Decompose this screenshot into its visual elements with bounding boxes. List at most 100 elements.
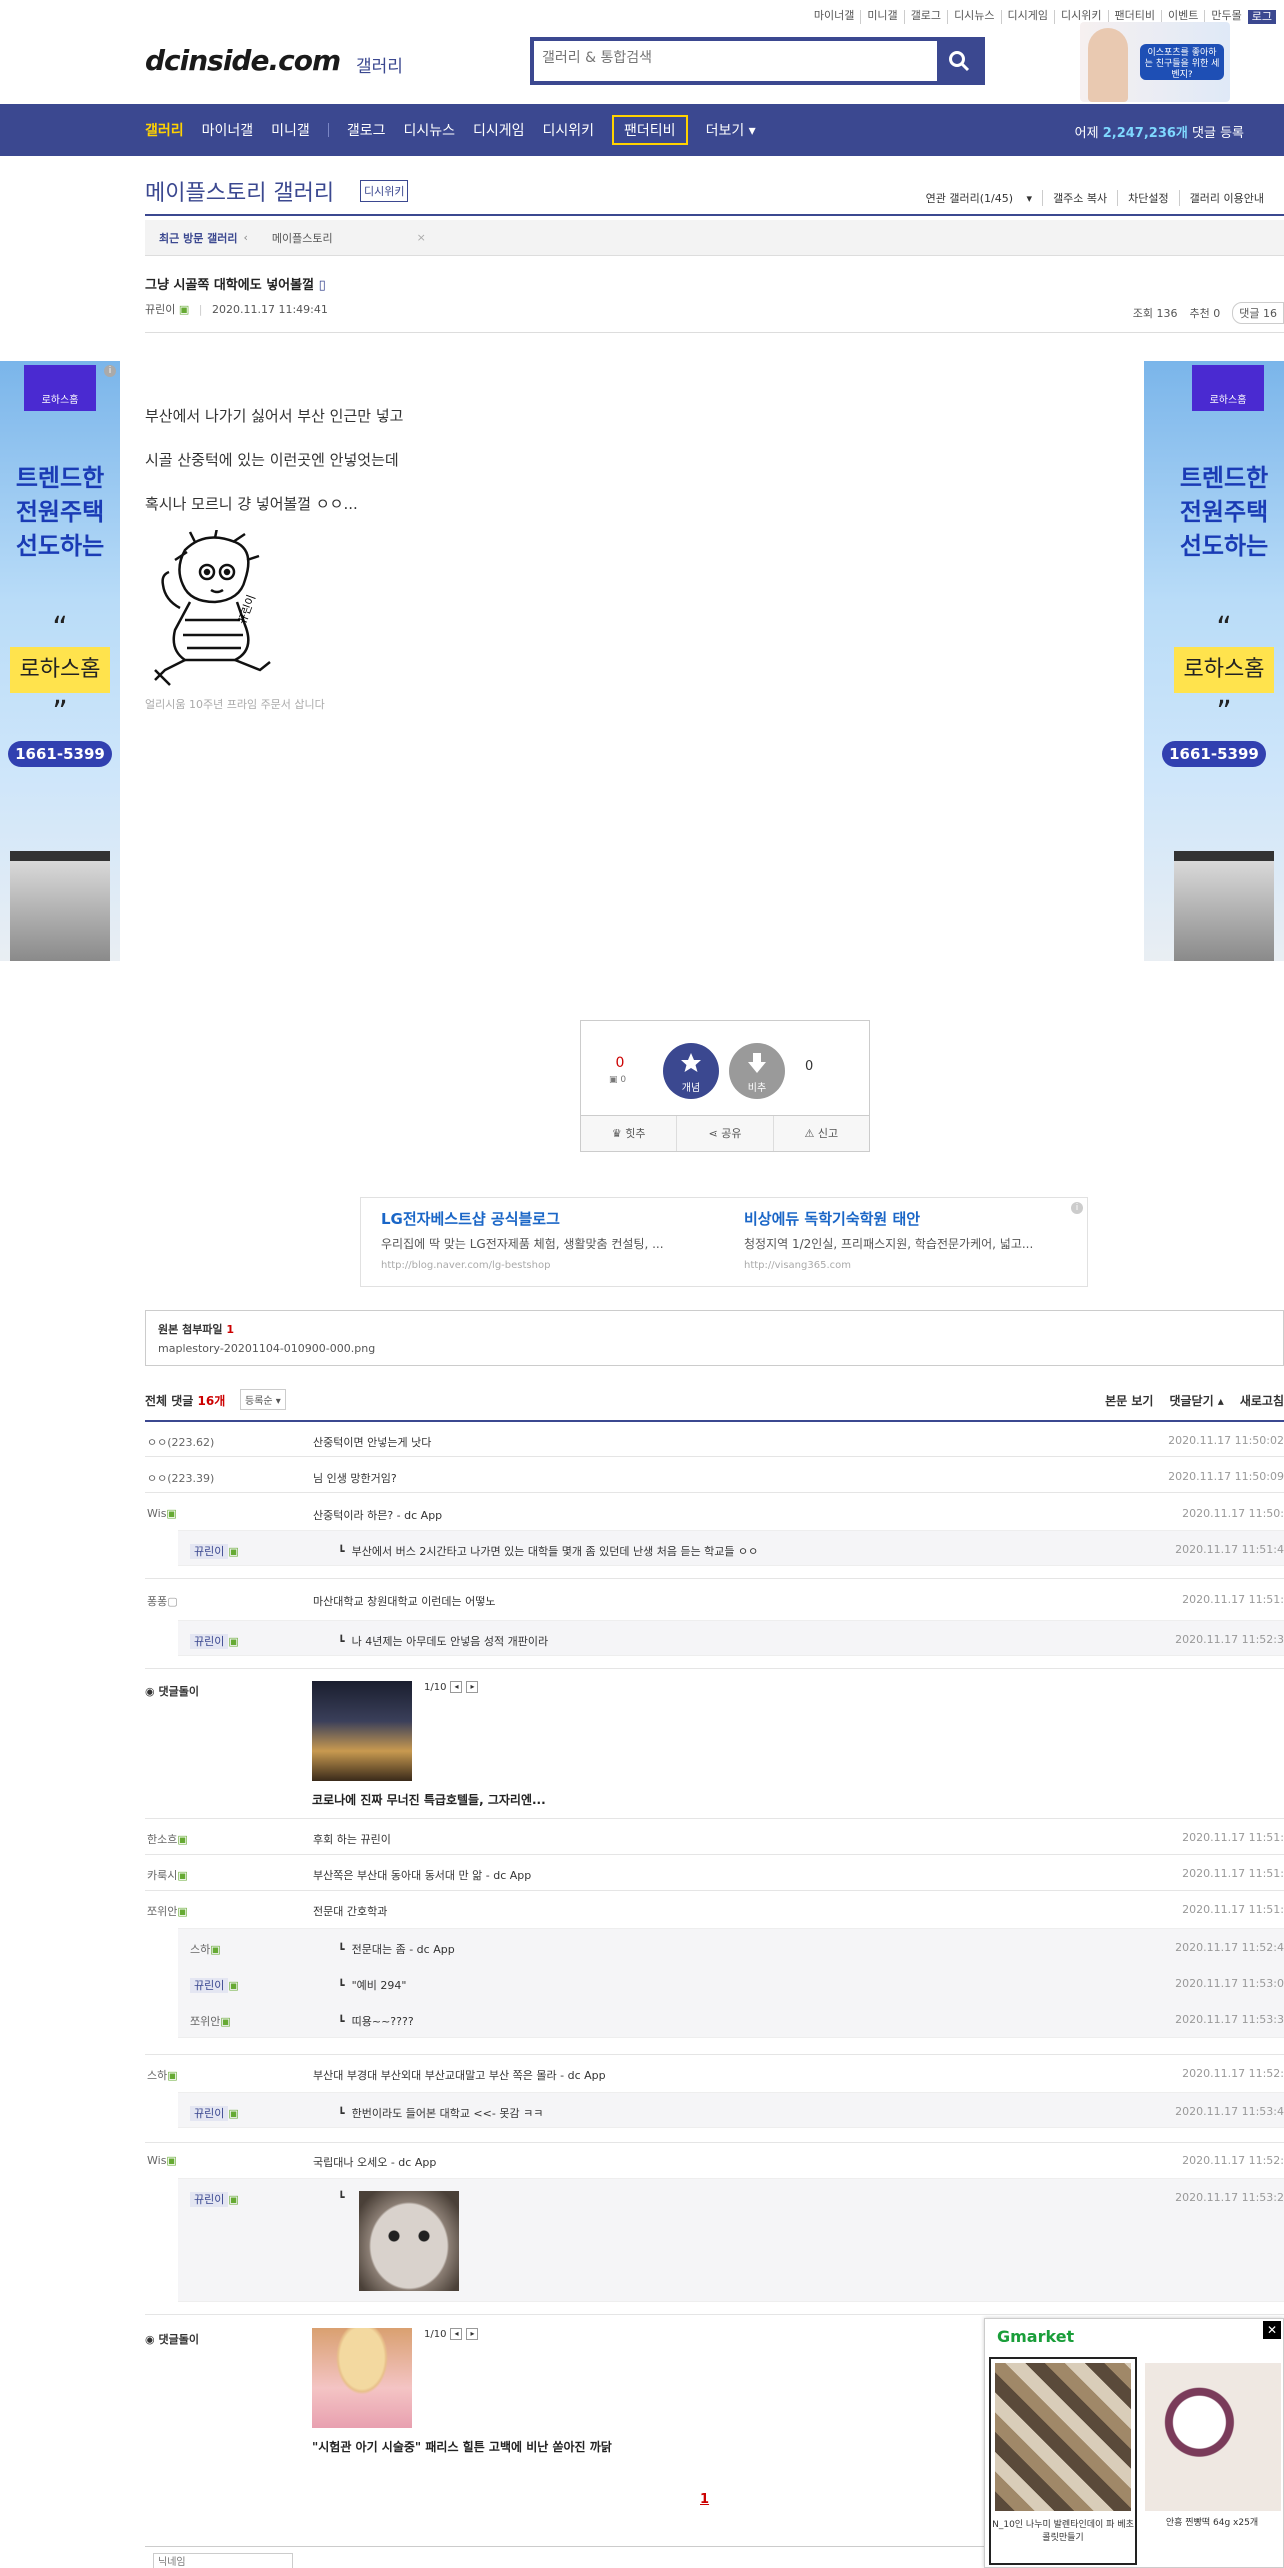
nav-pandora[interactable]: 팬더티비 [612, 115, 688, 145]
comment-nick[interactable]: 한소흐▣ [147, 1831, 188, 1847]
post-title: 그냥 시골쪽 대학에도 넣어볼껄 ▯ [145, 278, 326, 293]
prev-icon[interactable]: ◂ [450, 1681, 463, 1693]
dgl-caption[interactable]: "시험관 아기 시술중" 패리스 힐튼 고백에 비난 쏟아진 까닭 [312, 2438, 612, 2455]
comment-nick[interactable]: Wis▣ [147, 2154, 177, 2167]
top-link[interactable]: 디시뉴스 [947, 10, 1000, 24]
text-ad[interactable]: 비상에듀 독학기숙학원 태안 청정지역 1/2인실, 프리패스지원, 학습전문가… [724, 1198, 1087, 1286]
reply-nick[interactable]: 뀨린이 ▣ [190, 2191, 239, 2207]
post-line: 부산에서 나가기 싫어서 부산 인근만 넣고 [145, 407, 404, 425]
next-icon[interactable]: ▸ [466, 2328, 479, 2340]
comment-date: 2020.11.17 11:50:09 [1168, 1470, 1284, 1483]
gallery-title[interactable]: 메이플스토리 갤러리 [145, 175, 334, 207]
report-button[interactable]: ⚠ 신고 [772, 1116, 869, 1151]
login-link[interactable]: 로그 [1247, 10, 1276, 24]
recommend-count: 추천 0 [1189, 307, 1221, 320]
downvote-button[interactable]: 비추 [729, 1043, 785, 1099]
nickname-input[interactable] [153, 2553, 293, 2568]
top-link[interactable]: 마이너갤 [808, 10, 860, 24]
nav-minor[interactable]: 마이너갤 [202, 120, 254, 140]
block-settings-link[interactable]: 차단설정 [1117, 190, 1178, 206]
comment-nick[interactable]: 스하▣ [147, 2067, 178, 2083]
nav-gallery[interactable]: 갤러리 [145, 120, 184, 140]
copy-address-link[interactable]: 갤주소 복사 [1042, 190, 1117, 206]
cat-image[interactable] [359, 2191, 459, 2291]
product-card[interactable]: N_10인 나누미 발렌타인데이 파 베초콜릿만들기 [989, 2357, 1137, 2565]
header-banner-ad[interactable]: 이스포츠를 좋아하는 친구들을 위한 세벤지? [1080, 22, 1230, 102]
close-icon[interactable]: × [417, 231, 426, 244]
attachment-box: 원본 첨부파일 1 maplestory-20201104-010900-000… [145, 1310, 1284, 1366]
search-input[interactable] [542, 50, 942, 66]
post-body: 부산에서 나가기 싫어서 부산 인근만 넣고 시골 산중턱에 있는 이런곳엔 안… [145, 394, 403, 526]
chevron-left-icon[interactable]: ‹ [244, 231, 248, 244]
reply-nick[interactable]: 뀨린이 ▣ [190, 1543, 239, 1559]
close-comments-button[interactable]: 댓글닫기 ▴ [1169, 1392, 1223, 1409]
left-side-ad[interactable]: 로하스홈 트렌드한 전원주택 선도하는 “ 로하스홈 ” 1661-5399 i [0, 361, 120, 961]
gallery-guide-link[interactable]: 갤러리 이용안내 [1178, 190, 1274, 206]
product-card[interactable]: 안흥 찐빵떡 64g x25개 [1139, 2357, 1284, 2565]
nav-game[interactable]: 디시게임 [473, 120, 525, 140]
reply-nick[interactable]: 스하▣ [190, 1941, 221, 1957]
dgl-thumbnail[interactable] [312, 1681, 412, 1781]
top-link[interactable]: 미니갤 [860, 10, 903, 24]
reply-nick[interactable]: 쪼위안▣ [190, 2013, 231, 2029]
dgl-label: ◉ 댓글돌이 [145, 2333, 199, 2346]
ad-phone: 1661-5399 [8, 741, 112, 767]
top-link[interactable]: 디시게임 [1000, 10, 1054, 24]
nav-more[interactable]: 더보기 ▾ [706, 120, 756, 140]
reply-date: 2020.11.17 11:53:2 [1175, 2191, 1284, 2204]
comment-nick[interactable]: 쪼위안▣ [147, 1903, 188, 1919]
gmarket-popup-ad[interactable]: Gmarket ✕ N_10인 나누미 발렌타인데이 파 베초콜릿만들기 안흥 … [984, 2318, 1284, 2568]
next-icon[interactable]: ▸ [466, 1681, 479, 1693]
post-date: 2020.11.17 11:49:41 [212, 303, 328, 316]
page-number[interactable]: 1 [700, 2492, 709, 2507]
reply-nick[interactable]: 뀨린이 ▣ [190, 1633, 239, 1649]
share-button[interactable]: ⋖ 공유 [676, 1116, 772, 1151]
top-link[interactable]: 갤로그 [903, 10, 947, 24]
comment-text: 마산대학교 창원대학교 이런데는 어떻노 [313, 1595, 496, 1608]
comment-nick[interactable]: 카룩시▣ [147, 1867, 188, 1883]
dgl-caption[interactable]: 코로나에 진짜 무너진 특급호텔들, 그자리엔... [312, 1791, 546, 1808]
ad-tag: 로하스홈 [24, 365, 96, 411]
attachment-file[interactable]: maplestory-20201104-010900-000.png [158, 1342, 1271, 1355]
search-button[interactable] [937, 41, 981, 81]
hit-recommend-button[interactable]: ♛ 힛추 [581, 1116, 676, 1151]
comment-nick[interactable]: Wis▣ [147, 1507, 177, 1520]
nav-mini[interactable]: 미니갤 [271, 120, 310, 140]
comment-nick[interactable]: 퐁퐁▢ [147, 1593, 178, 1609]
nav-news[interactable]: 디시뉴스 [403, 120, 455, 140]
comment-nick[interactable]: ㅇㅇ(223.62) [147, 1434, 214, 1450]
close-icon[interactable]: ✕ [1263, 2321, 1281, 2339]
comment-nick[interactable]: ㅇㅇ(223.39) [147, 1470, 214, 1486]
reply-box: 뀨린이 ▣ ┗ 2020.11.17 11:53:2 [178, 2178, 1284, 2302]
text-ad[interactable]: LG전자베스트샵 공식블로그 우리집에 딱 맞는 LG전자제품 체험, 생활맞춤… [361, 1198, 724, 1286]
logo-subtitle[interactable]: 갤러리 [356, 52, 403, 77]
refresh-comments-button[interactable]: 새로고침 [1240, 1392, 1284, 1409]
site-logo[interactable]: dcinside.com [145, 44, 341, 77]
reply-nick[interactable]: 뀨린이 ▣ [190, 2105, 239, 2121]
view-post-button[interactable]: 본문 보기 [1105, 1392, 1153, 1409]
info-icon[interactable]: i [1071, 1202, 1083, 1214]
post-author[interactable]: 뀨린이 [145, 303, 175, 316]
prev-icon[interactable]: ◂ [450, 2328, 463, 2340]
info-icon[interactable]: i [104, 365, 116, 377]
recent-gallery-item[interactable]: 메이플스토리 [272, 230, 333, 246]
comment-count-button[interactable]: 댓글 16 [1232, 302, 1284, 324]
upvote-button[interactable]: 개념 [663, 1043, 719, 1099]
reply-date: 2020.11.17 11:53:0 [1175, 1977, 1284, 1990]
reply-text: ┗ "예비 294" [338, 1979, 407, 1992]
right-side-ad[interactable]: 로하스홈 트렌드한 전원주택 선도하는 “ 로하스홈 ” 1661-5399 [1144, 361, 1284, 961]
comment-date: 2020.11.17 11:51: [1182, 1867, 1284, 1880]
nav-gallog[interactable]: 갤로그 [347, 120, 386, 140]
nav-wiki[interactable]: 디시위키 [543, 120, 595, 140]
comment-text: 부산쪽은 부산대 동아대 동서대 만 앎 - dc App [313, 1869, 532, 1882]
dgl-thumbnail[interactable] [312, 2328, 412, 2428]
comment-date: 2020.11.17 11:51: [1182, 1903, 1284, 1916]
reply-nick[interactable]: 뀨린이 ▣ [190, 1977, 239, 1993]
comment-sort-select[interactable]: 등록순 ▾ [240, 1389, 286, 1410]
dgl-label: ◉ 댓글돌이 [145, 1685, 199, 1698]
related-gallery-link[interactable]: 연관 갤러리(1/45) ▾ [906, 190, 1042, 206]
fixed-upvote-count: ▣ 0 [609, 1075, 627, 1085]
post-stats: 조회 136 추천 0 댓글 16 [1133, 302, 1284, 324]
wiki-badge[interactable]: 디시위키 [360, 180, 409, 202]
upvote-count: 0 [615, 1055, 625, 1071]
